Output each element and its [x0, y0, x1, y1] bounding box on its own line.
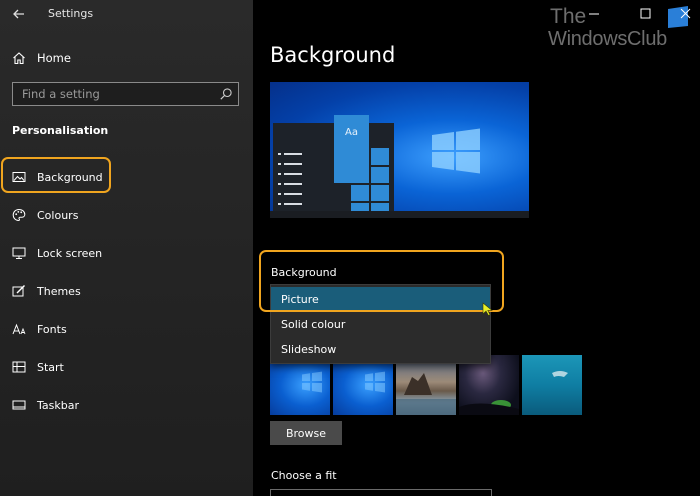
taskbar-icon	[12, 400, 26, 410]
sidebar-item-label: Colours	[37, 208, 79, 222]
sidebar-item-label: Start	[37, 360, 64, 374]
maximize-button[interactable]	[623, 0, 669, 30]
home-label: Home	[37, 51, 71, 65]
sidebar-item-fonts[interactable]: Fonts	[12, 318, 67, 340]
search-icon[interactable]	[219, 87, 233, 101]
page-title: Background	[270, 43, 396, 67]
app-title: Settings	[48, 7, 94, 20]
sidebar-item-start[interactable]: Start	[12, 356, 64, 378]
picture-thumbnail[interactable]	[396, 355, 456, 415]
sidebar-item-colours[interactable]: Colours	[12, 204, 78, 226]
night-sky-image	[459, 400, 519, 415]
background-nav-highlight	[1, 157, 111, 193]
title-bar: Settings	[0, 0, 253, 30]
home-icon	[13, 52, 25, 65]
dropdown-option-solid-colour[interactable]: Solid colour	[271, 312, 490, 337]
background-dropdown-highlight	[259, 250, 504, 312]
sidebar: Settings Home Personalisation Background…	[0, 0, 253, 496]
start-icon	[12, 361, 26, 373]
background-preview: Aa	[270, 82, 529, 218]
close-icon[interactable]	[665, 0, 700, 30]
section-title: Personalisation	[12, 124, 109, 137]
sidebar-item-lock-screen[interactable]: Lock screen	[12, 242, 102, 264]
dropdown-option-slideshow[interactable]: Slideshow	[271, 337, 490, 362]
sidebar-item-label: Fonts	[37, 322, 67, 336]
back-arrow-icon[interactable]	[10, 5, 28, 23]
picture-thumbnail[interactable]	[522, 355, 582, 415]
windows-logo-icon	[302, 371, 322, 393]
choose-fit-dropdown[interactable]	[270, 489, 492, 496]
minimize-button[interactable]	[571, 0, 617, 30]
preview-tile-text: Aa	[334, 115, 369, 150]
palette-icon	[12, 208, 26, 222]
picture-thumbnail[interactable]	[459, 355, 519, 415]
lock-screen-icon	[12, 247, 26, 259]
choose-fit-label: Choose a fit	[271, 469, 337, 482]
font-icon	[12, 323, 26, 335]
underwater-swimmer-image	[552, 371, 568, 377]
home-nav-item[interactable]: Home	[12, 48, 71, 68]
search-box[interactable]	[12, 82, 239, 106]
sidebar-item-label: Lock screen	[37, 246, 103, 260]
sidebar-item-taskbar[interactable]: Taskbar	[12, 394, 79, 416]
picture-thumbnail[interactable]	[270, 355, 330, 415]
search-input[interactable]	[13, 83, 213, 105]
picture-thumbnail[interactable]	[333, 355, 393, 415]
sidebar-item-label: Themes	[37, 284, 81, 298]
preview-taskbar	[270, 211, 529, 218]
windows-logo-icon	[365, 371, 385, 393]
windows-logo-icon	[432, 128, 480, 174]
mouse-pointer-icon	[482, 302, 493, 316]
browse-button[interactable]: Browse	[270, 421, 342, 445]
brush-icon	[12, 285, 25, 297]
sidebar-item-label: Taskbar	[37, 398, 79, 412]
beach-rocks-image	[396, 373, 456, 415]
main-content: Background Aa Background Picture Solid c…	[253, 0, 700, 496]
sidebar-item-themes[interactable]: Themes	[12, 280, 81, 302]
watermark-line2: WindowsClub	[548, 28, 667, 50]
